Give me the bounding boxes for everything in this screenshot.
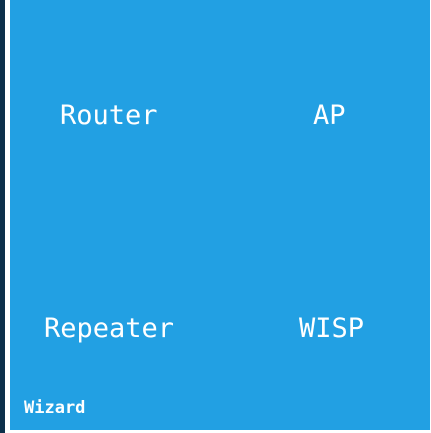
wizard-button[interactable]: Wizard (24, 398, 85, 418)
wisp-mode-button[interactable]: WISP (299, 314, 364, 344)
ap-mode-button[interactable]: AP (313, 101, 346, 131)
repeater-mode-button[interactable]: Repeater (44, 314, 174, 344)
screen-frame: Router AP Repeater WISP Wizard (0, 0, 431, 433)
mode-selection-panel: Router AP Repeater WISP Wizard (10, 0, 430, 430)
router-mode-button[interactable]: Router (60, 101, 158, 131)
